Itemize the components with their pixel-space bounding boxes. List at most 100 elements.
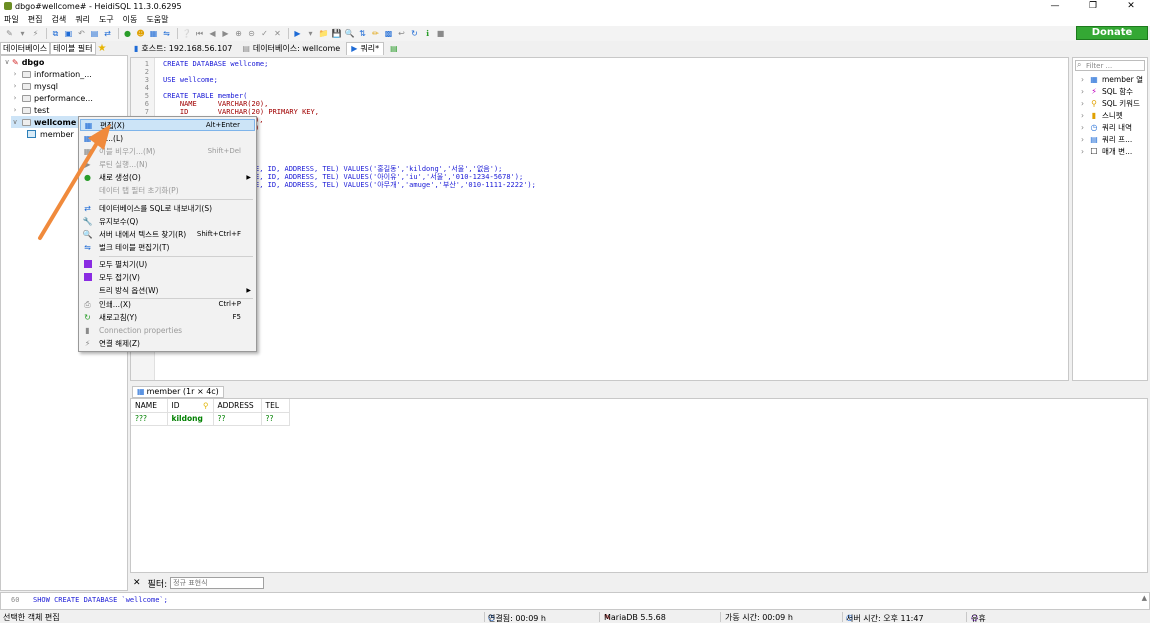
maintenance-icon[interactable]: ▦: [148, 28, 159, 39]
menu-help[interactable]: 도움말: [146, 14, 168, 25]
import-icon[interactable]: ▤: [89, 28, 100, 39]
previous-icon[interactable]: ◀: [207, 28, 218, 39]
donate-button[interactable]: Donate: [1076, 26, 1148, 40]
run-icon[interactable]: ▶: [292, 28, 303, 39]
table-row[interactable]: ??? kildong ?? ??: [131, 412, 290, 426]
binary-icon[interactable]: ▩: [383, 28, 394, 39]
menu-item-run-routine[interactable]: ▶ 루틴 실행...(N): [80, 158, 255, 170]
helper-sql-keywords[interactable]: › ⚲ SQL 키워드: [1073, 97, 1147, 109]
paste-icon[interactable]: ▣: [63, 28, 74, 39]
helper-query-profile[interactable]: › ▤ 쿼리 프...: [1073, 133, 1147, 145]
menu-go[interactable]: 이동: [123, 14, 138, 25]
session-manager-icon[interactable]: ✎: [4, 28, 15, 39]
format-icon[interactable]: ✏: [370, 28, 381, 39]
window-title: dbgo#wellcome# - HeidiSQL 11.3.0.6295: [15, 1, 182, 11]
menu-item-find-text[interactable]: 🔍 서버 내에서 텍스트 찾기(R) Shift+Ctrl+F: [80, 228, 255, 240]
cell-name[interactable]: ???: [131, 412, 168, 426]
delete-icon[interactable]: ⊝: [246, 28, 257, 39]
export-icon[interactable]: ⇄: [102, 28, 113, 39]
copy-icon[interactable]: ⧉: [50, 28, 61, 39]
open-file-icon[interactable]: 📁: [318, 28, 329, 39]
tree-node-mysql[interactable]: › mysql: [11, 80, 58, 92]
menu-edit[interactable]: 편집: [28, 14, 43, 25]
helper-parameters[interactable]: › ☐ 매개 변...: [1073, 145, 1147, 157]
tab-host[interactable]: ▮ 호스트: 192.168.56.107: [130, 42, 236, 55]
tree-node-test[interactable]: › test: [11, 104, 50, 116]
auto-refresh-icon[interactable]: ↻: [409, 28, 420, 39]
info-icon[interactable]: ℹ: [422, 28, 433, 39]
user-manager-icon[interactable]: ☻: [135, 28, 146, 39]
post-icon[interactable]: ✓: [259, 28, 270, 39]
close-filter-icon[interactable]: ✕: [133, 578, 141, 588]
cancel-icon[interactable]: ✕: [272, 28, 283, 39]
menu-item-reset-filter[interactable]: 데이터 탭 필터 초기화(P): [80, 184, 255, 196]
menu-item-export-sql[interactable]: ⇄ 데이터베이스를 SQL로 내보내기(S): [80, 202, 255, 214]
column-header-id[interactable]: ID ⚲: [167, 399, 214, 413]
tree-node-performance-schema[interactable]: › performance...: [11, 92, 93, 104]
menu-item-bulk-editor[interactable]: ⇋ 벌크 테이블 편집기(T): [80, 241, 255, 253]
tab-database-tree[interactable]: 데이터베이스: [0, 41, 51, 55]
filter-input[interactable]: [170, 577, 265, 589]
tree-node-member-table[interactable]: member: [23, 128, 74, 140]
minimize-button[interactable]: —: [1036, 0, 1074, 12]
disconnect-icon[interactable]: ⚡: [30, 28, 41, 39]
helper-member-columns[interactable]: › ▦ member 열: [1073, 73, 1147, 85]
maximize-button[interactable]: ❐: [1074, 0, 1112, 12]
favorites-star-icon[interactable]: ★: [98, 43, 107, 54]
tab-result-member[interactable]: ▦ member (1r × 4c): [132, 386, 224, 398]
menu-item-delete[interactable]: ▦ 제...(L): [80, 132, 255, 144]
dropdown-arrow-icon[interactable]: ▾: [17, 28, 28, 39]
menu-item-maintenance[interactable]: 🔧 유지보수(Q): [80, 215, 255, 227]
menu-item-tree-options[interactable]: 트리 방식 옵션(W) ▶: [80, 284, 255, 296]
result-grid[interactable]: NAME ID ⚲ ADDRESS TEL ??? kildong ?? ??: [130, 398, 1148, 573]
cell-tel[interactable]: ??: [261, 412, 290, 426]
column-header-name[interactable]: NAME: [131, 399, 168, 413]
save-icon[interactable]: 💾: [331, 28, 342, 39]
tab-table-filter[interactable]: 테이블 필터: [50, 41, 96, 55]
first-icon[interactable]: ⏮: [194, 28, 205, 39]
tab-query[interactable]: ▶ 쿼리*: [346, 41, 385, 55]
run-dropdown-icon[interactable]: ▾: [305, 28, 316, 39]
menu-item-collapse-all[interactable]: 모두 접기(V): [80, 271, 255, 283]
menu-item-refresh[interactable]: ↻ 새로고침(Y) F5: [80, 311, 255, 323]
help-icon[interactable]: ❔: [181, 28, 192, 39]
menu-item-disconnect[interactable]: ⚡ 연결 해제(Z): [80, 337, 255, 349]
helper-snippets[interactable]: › ▮ 스니펫: [1073, 109, 1147, 121]
helper-query-history[interactable]: › ◷ 쿼리 내역: [1073, 121, 1147, 133]
helper-sql-functions[interactable]: › ⚡ SQL 함수: [1073, 85, 1147, 97]
column-header-address[interactable]: ADDRESS: [213, 399, 262, 413]
insert-icon[interactable]: ⊕: [233, 28, 244, 39]
find-icon[interactable]: 🔍: [344, 28, 355, 39]
sql-log[interactable]: 60 SHOW CREATE DATABASE `wellcome`; ▲: [0, 592, 1150, 610]
menu-file[interactable]: 파일: [4, 14, 19, 25]
menu-item-create-new[interactable]: ● 새로 생성(O) ▶: [80, 171, 255, 183]
menu-item-edit[interactable]: ▦ 편집(X) Alt+Enter: [80, 119, 255, 131]
cell-id[interactable]: kildong: [167, 412, 214, 426]
tab-database[interactable]: ▤ 데이터베이스: wellcome: [238, 42, 344, 55]
new-query-tab-button[interactable]: ▤: [386, 42, 402, 55]
menu-tools[interactable]: 도구: [99, 14, 114, 25]
menu-item-expand-all[interactable]: 모두 펼치기(U): [80, 258, 255, 270]
bulk-edit-icon[interactable]: ⇋: [161, 28, 172, 39]
replace-icon[interactable]: ⇅: [357, 28, 368, 39]
tree-node-wellcome[interactable]: ∨ wellcome: [11, 116, 79, 128]
helper-filter-input[interactable]: Filter ...: [1075, 60, 1145, 71]
add-icon[interactable]: ●: [122, 28, 133, 39]
menu-item-connection-properties[interactable]: ▮ Connection properties: [80, 324, 255, 336]
menu-item-empty-table[interactable]: ▦ 이블 비우기...(M) Shift+Del: [80, 145, 255, 157]
tree-node-information-schema[interactable]: › information_...: [11, 68, 92, 80]
cell-address[interactable]: ??: [213, 412, 262, 426]
log-scroll-arrows[interactable]: ▲: [1142, 594, 1147, 602]
stop-icon[interactable]: ■: [435, 28, 446, 39]
menu-search[interactable]: 검색: [51, 14, 66, 25]
tree-node-dbgo[interactable]: ∨ ✎ dbgo: [3, 56, 44, 68]
query-helper-panel[interactable]: Filter ... ›▦member 열 ›⚡SQL 함수 ›⚲SQL 키워드…: [1072, 57, 1148, 381]
sql-editor[interactable]: 1 2 3 4 5 6 7 8 9 10 11 12 13 14 15 CREA…: [130, 57, 1069, 381]
menu-query[interactable]: 쿼리: [75, 14, 90, 25]
undo-icon[interactable]: ↶: [76, 28, 87, 39]
column-header-tel[interactable]: TEL: [261, 399, 290, 413]
menu-item-print[interactable]: ⎙ 인쇄...(X) Ctrl+P: [80, 298, 255, 310]
wrap-icon[interactable]: ↩: [396, 28, 407, 39]
close-button[interactable]: ✕: [1112, 0, 1150, 12]
next-icon[interactable]: ▶: [220, 28, 231, 39]
